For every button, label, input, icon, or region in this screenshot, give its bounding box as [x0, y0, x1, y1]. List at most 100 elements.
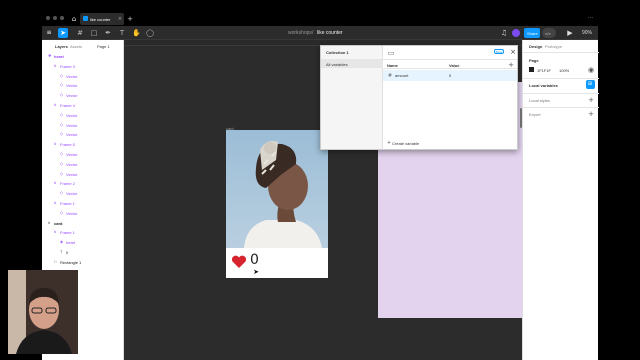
layer-row[interactable]: ◇ Vector	[42, 130, 124, 139]
layer-label: Vector	[66, 112, 78, 118]
all-variables-item[interactable]: All variables	[321, 59, 383, 68]
home-icon[interactable]: ⌂	[70, 15, 78, 23]
tab-prototype[interactable]: Prototype	[545, 44, 562, 49]
layer-type-icon: #	[54, 180, 57, 186]
pen-tool-icon[interactable]: ✒	[104, 29, 112, 37]
layer-type-icon: ◇	[60, 121, 64, 127]
share-button[interactable]: Share	[524, 28, 540, 38]
layer-row[interactable]: # card	[42, 219, 124, 228]
avatar[interactable]	[512, 29, 520, 37]
breadcrumb-file[interactable]: like counter	[317, 30, 343, 36]
layer-type-icon: #	[54, 229, 57, 235]
layer-row[interactable]: ◇ Vector	[42, 209, 124, 218]
plus-icon[interactable]: +	[126, 15, 134, 23]
add-style-icon[interactable]: +	[587, 96, 595, 104]
play-icon[interactable]: ▶	[566, 29, 574, 37]
layer-label: 0	[66, 250, 69, 255]
hand-tool-icon[interactable]: ✋	[132, 29, 141, 37]
variable-row[interactable]: # amount 0	[383, 70, 517, 81]
layer-type-icon: □	[54, 258, 57, 264]
local-variables-title[interactable]: Local variables	[529, 83, 558, 88]
text-tool-icon[interactable]: T	[118, 29, 126, 37]
card-frame[interactable]: 0	[226, 130, 328, 278]
layer-row[interactable]: T0	[42, 248, 124, 257]
layer-row[interactable]: ◇ Vector	[42, 91, 124, 100]
variable-name[interactable]: amount	[395, 73, 408, 78]
layer-label: Vector	[66, 93, 78, 99]
comment-tool-icon[interactable]: ◯	[146, 29, 154, 37]
number-variable-icon: #	[387, 73, 393, 79]
layer-row[interactable]: ◇ Vector	[42, 189, 124, 198]
layer-row[interactable]: # Frame 4	[42, 101, 124, 110]
layer-type-icon: ◇	[60, 209, 64, 215]
eye-icon[interactable]: ◉	[587, 66, 595, 74]
rectangle-tool-icon[interactable]: □	[90, 29, 98, 37]
create-variable-button[interactable]: + Create variable	[385, 140, 435, 147]
layer-label: Frame 1	[60, 230, 75, 236]
layer-type-icon: ◇	[60, 92, 64, 98]
layer-row[interactable]: # Frame 2	[42, 179, 124, 188]
page-selector[interactable]: Page 1	[97, 44, 110, 49]
layer-label: Vector	[66, 210, 78, 216]
layer-type-icon: ◇	[60, 190, 64, 196]
page-opacity[interactable]: 100%	[559, 68, 569, 73]
layer-row[interactable]: ◇ Vector	[42, 150, 124, 159]
layer-row[interactable]: ◇ Vector	[42, 72, 124, 81]
frame-tool-icon[interactable]: #	[76, 29, 84, 37]
layer-label: Frame 1	[60, 201, 75, 206]
more-icon[interactable]: ···	[588, 15, 593, 21]
share-label: Share	[527, 31, 538, 36]
close-modal-icon[interactable]: ×	[509, 48, 517, 56]
dev-mode-label: </>	[545, 31, 551, 36]
headphones-icon[interactable]: ♫	[500, 29, 508, 37]
column-value: Value	[449, 63, 460, 68]
layer-type-icon: #	[54, 102, 57, 107]
layer-label: Vector	[66, 191, 78, 197]
layer-row[interactable]: # Frame 5	[42, 140, 124, 149]
layer-label: Vector	[66, 132, 78, 138]
dev-mode-toggle[interactable]: </>	[542, 28, 556, 38]
tab-title: like counter	[90, 17, 111, 22]
layer-type-icon: ◇	[60, 151, 64, 156]
layer-row[interactable]: # Frame 1	[42, 199, 124, 208]
layer-row[interactable]: ◇ Vector	[42, 111, 124, 120]
layer-label: Vector	[66, 83, 78, 89]
sidebar-toggle-icon[interactable]: ▭	[387, 49, 395, 57]
layer-row[interactable]: # Frame 1	[42, 228, 124, 237]
layer-row[interactable]: ◈ heart	[42, 238, 124, 247]
layer-row[interactable]: □ Rectangle 1	[42, 258, 124, 267]
tab-design[interactable]: Design	[529, 44, 542, 49]
collection-selector[interactable]: Collection 1	[326, 50, 349, 55]
layer-row[interactable]: ◇ Vector	[42, 170, 124, 179]
layer-label: Frame 4	[60, 103, 75, 108]
layer-row[interactable]: # Frame 3	[42, 62, 124, 71]
main-menu-button[interactable]: ≡	[44, 28, 54, 38]
add-mode-icon[interactable]: +	[507, 61, 515, 69]
tab-layers[interactable]: Layers	[55, 44, 68, 49]
collections-sidebar: Collection 1 All variables	[321, 46, 383, 149]
breadcrumb-project[interactable]: workshops	[288, 30, 312, 36]
open-variables-button[interactable]: ⊞	[586, 80, 595, 89]
heart-icon[interactable]	[231, 255, 247, 269]
layer-label: Frame 2	[60, 181, 75, 187]
layer-row[interactable]: ◇ Vector	[42, 121, 124, 130]
active-file-tab[interactable]: like counter ×	[80, 13, 124, 25]
layer-row[interactable]: ◇ Vector	[42, 160, 124, 169]
page-color-swatch[interactable]	[529, 67, 534, 72]
beta-badge: Beta	[494, 49, 504, 54]
page-color-hex[interactable]: 1F1F1F	[537, 68, 551, 73]
window-dot-green[interactable]	[60, 16, 64, 20]
create-variable-label: Create variable	[392, 141, 420, 146]
zoom-level[interactable]: 90%	[582, 30, 592, 36]
layer-row[interactable]: ◇ Vector	[42, 81, 124, 90]
file-icon	[83, 16, 88, 21]
window-dot-red[interactable]	[46, 16, 50, 20]
tab-assets[interactable]: Assets	[70, 44, 82, 49]
variable-value[interactable]: 0	[449, 73, 451, 78]
move-tool-button[interactable]: ➤	[58, 28, 68, 38]
window-dot-yellow[interactable]	[53, 16, 57, 20]
divider	[523, 107, 599, 108]
layer-row[interactable]: ❖ heart	[42, 52, 124, 61]
add-export-icon[interactable]: +	[587, 110, 595, 118]
close-icon[interactable]: ×	[116, 15, 124, 23]
